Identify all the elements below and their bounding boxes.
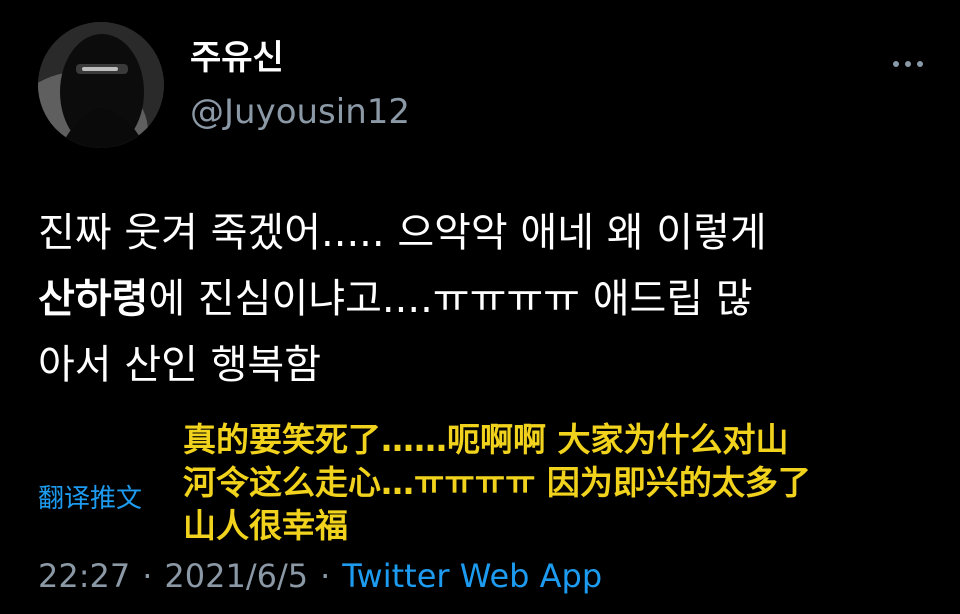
tweet-line-2: 산하령에 진심이냐고....ㅠㅠㅠㅠ 애드립 많 [38, 266, 938, 332]
tweet-text: 진짜 웃겨 죽겠어..... 으악악 애네 왜 이렇게 산하령에 진심이냐고..… [38, 200, 938, 398]
user-handle[interactable]: @Juyousin12 [190, 92, 410, 132]
subtitle-line-3: 山人很幸福 [183, 506, 348, 545]
tweet-time[interactable]: 22:27 [38, 557, 130, 595]
meta-separator: · [320, 557, 331, 595]
tweet-line-3: 아서 산인 행복함 [38, 342, 322, 388]
tweet-line-2-rest: 에 진심이냐고....ㅠㅠㅠㅠ 애드립 많 [148, 276, 753, 322]
meta-separator: · [142, 557, 153, 595]
tweet-meta: 22:27 · 2021/6/5 · Twitter Web App [38, 556, 602, 596]
chinese-translation-subtitle: 真的要笑死了……呃啊啊 大家为什么对山 河令这么走心…ㅠㅠㅠㅠ 因为即兴的太多了… [183, 418, 943, 547]
avatar[interactable] [38, 22, 164, 148]
tweet-line-1: 진짜 웃겨 죽겠어..... 으악악 애네 왜 이렇게 [38, 210, 767, 256]
ellipsis-icon[interactable] [888, 52, 928, 76]
translate-tweet-link[interactable]: 翻译推文 [38, 483, 142, 515]
display-name[interactable]: 주유신 [190, 38, 284, 78]
subtitle-line-2: 河令这么走心…ㅠㅠㅠㅠ 因为即兴的太多了 [183, 463, 811, 502]
masked-face-avatar-icon [38, 22, 164, 148]
tweet-bold-term: 산하령 [38, 276, 149, 322]
tweet-date[interactable]: 2021/6/5 [164, 557, 308, 595]
subtitle-line-1: 真的要笑死了……呃啊啊 大家为什么对山 [183, 420, 789, 459]
tweet-source-link[interactable]: Twitter Web App [342, 557, 602, 595]
